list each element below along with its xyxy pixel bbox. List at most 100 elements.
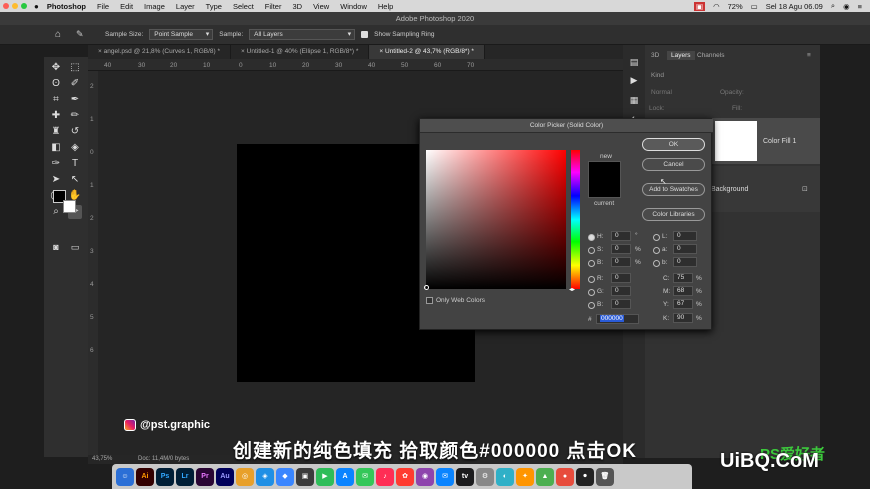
menu-edit[interactable]: Edit — [120, 2, 133, 11]
tv-icon[interactable]: tv — [456, 467, 474, 486]
apple-icon[interactable]: ● — [34, 2, 39, 11]
premiere-icon[interactable]: Pr — [196, 467, 214, 486]
record-icon[interactable]: ▣ — [693, 1, 706, 11]
app-icon[interactable]: ▣ — [296, 467, 314, 486]
history-icon[interactable]: ▤ — [627, 55, 641, 69]
illustrator-icon[interactable]: Ai — [136, 467, 154, 486]
direct-select-tool-icon[interactable]: ↖ — [68, 173, 82, 187]
l-radio[interactable] — [653, 234, 660, 241]
marquee-tool-icon[interactable]: ⬚ — [68, 61, 82, 75]
quick-mask-icon[interactable]: ◙ — [49, 240, 63, 254]
add-to-swatches-button[interactable]: Add to Swatches — [642, 183, 705, 196]
color-libraries-button[interactable]: Color Libraries — [642, 208, 705, 221]
app-icon[interactable]: ◐ — [496, 467, 514, 486]
cancel-button[interactable]: Cancel — [642, 158, 705, 171]
menu-image[interactable]: Image — [144, 2, 165, 11]
path-select-tool-icon[interactable]: ➤ — [49, 173, 63, 187]
paint-bucket-tool-icon[interactable]: ◈ — [68, 141, 82, 155]
m-input[interactable]: 68 — [673, 286, 693, 296]
ok-button[interactable]: OK — [642, 138, 705, 151]
lasso-tool-icon[interactable]: ʘ — [49, 77, 63, 91]
messages-icon[interactable]: ✉ — [356, 467, 374, 486]
zoom-tool-icon[interactable]: ⌕ — [49, 205, 63, 219]
close-window-icon[interactable] — [3, 3, 9, 9]
healing-tool-icon[interactable]: ✚ — [49, 109, 63, 123]
menu-help[interactable]: Help — [378, 2, 393, 11]
eyedropper-tool-icon[interactable]: ✎ — [76, 29, 84, 40]
panel-menu-icon[interactable]: ≡ — [807, 52, 811, 59]
s-input[interactable]: 0 — [611, 244, 631, 254]
minimize-window-icon[interactable] — [12, 3, 18, 9]
k-input[interactable]: 90 — [673, 313, 693, 323]
wifi-icon[interactable]: ◠ — [713, 2, 720, 11]
screen-mode-icon[interactable]: ▭ — [68, 240, 82, 254]
c-input[interactable]: 75 — [673, 273, 693, 283]
app-icon[interactable]: ◎ — [236, 467, 254, 486]
crop-tool-icon[interactable]: ⌗ — [49, 93, 63, 107]
h-radio[interactable] — [588, 234, 595, 241]
user-icon[interactable]: ◉ — [843, 2, 850, 11]
menu-window[interactable]: Window — [340, 2, 367, 11]
tab-untitled-2[interactable]: × Untitled-2 @ 43,7% (RGB/8*) * — [369, 45, 485, 59]
quick-select-tool-icon[interactable]: ✐ — [68, 77, 82, 91]
only-web-colors-checkbox[interactable] — [426, 297, 433, 304]
menu-type[interactable]: Type — [206, 2, 222, 11]
r-radio[interactable] — [588, 276, 595, 283]
g-radio[interactable] — [588, 289, 595, 296]
actions-play-icon[interactable]: ▶ — [627, 73, 641, 87]
app-icon[interactable]: ◆ — [276, 467, 294, 486]
sample-size-select[interactable]: Point Sample — [149, 29, 214, 40]
type-tool-icon[interactable]: T — [68, 157, 82, 171]
hue-slider[interactable] — [571, 150, 580, 289]
safari-icon[interactable]: ◈ — [256, 467, 274, 486]
menubar-clock[interactable]: Sel 18 Agu 06.09 — [766, 2, 823, 11]
clone-stamp-tool-icon[interactable]: ♜ — [49, 125, 63, 139]
color-field[interactable] — [424, 150, 566, 290]
app-icon[interactable]: ● — [556, 467, 574, 486]
lightroom-icon[interactable]: Lr — [176, 467, 194, 486]
tab-layers[interactable]: Layers — [667, 51, 695, 60]
menu-3d[interactable]: 3D — [292, 2, 302, 11]
tab-channels[interactable]: Channels — [697, 52, 724, 59]
r-input[interactable]: 0 — [611, 273, 631, 283]
history-brush-tool-icon[interactable]: ↺ — [68, 125, 82, 139]
tab-3d[interactable]: 3D — [651, 52, 659, 59]
lab-b-radio[interactable] — [653, 260, 660, 267]
a-input[interactable]: 0 — [673, 244, 697, 254]
blend-mode-select[interactable]: Normal — [651, 89, 672, 96]
a-radio[interactable] — [653, 247, 660, 254]
audition-icon[interactable]: Au — [216, 467, 234, 486]
battery-level[interactable]: 72% — [728, 2, 743, 11]
app-icon[interactable]: ✦ — [516, 467, 534, 486]
app-store-icon[interactable]: A — [336, 467, 354, 486]
pen-tool-icon[interactable]: ✑ — [49, 157, 63, 171]
tab-angel[interactable]: × angel.psd @ 21,8% (Curves 1, RGB/8) * — [88, 45, 232, 59]
l-input[interactable]: 0 — [673, 231, 697, 241]
b-input[interactable]: 0 — [611, 257, 631, 267]
s-radio[interactable] — [588, 247, 595, 254]
home-icon[interactable]: ⌂ — [55, 29, 61, 40]
podcasts-icon[interactable]: ◉ — [416, 467, 434, 486]
h-input[interactable]: 0 — [611, 231, 631, 241]
properties-icon[interactable]: ▦ — [627, 93, 641, 107]
settings-icon[interactable]: ⚙ — [476, 467, 494, 486]
eyedropper-icon[interactable]: ✒ — [68, 93, 82, 107]
photoshop-icon[interactable]: Ps — [156, 467, 174, 486]
mail-icon[interactable]: ✉ — [436, 467, 454, 486]
menu-list-icon[interactable]: ≡ — [858, 2, 862, 11]
music-icon[interactable]: ♪ — [376, 467, 394, 486]
y-input[interactable]: 67 — [673, 299, 693, 309]
menu-layer[interactable]: Layer — [176, 2, 195, 11]
g-input[interactable]: 0 — [611, 286, 631, 296]
menu-file[interactable]: File — [97, 2, 109, 11]
blue-radio[interactable] — [588, 302, 595, 309]
finder-icon[interactable]: ☺ — [116, 467, 134, 486]
trash-icon[interactable]: 🗑 — [596, 467, 614, 486]
menu-select[interactable]: Select — [233, 2, 254, 11]
menu-filter[interactable]: Filter — [265, 2, 282, 11]
b-radio[interactable] — [588, 260, 595, 267]
background-color-swatch[interactable] — [63, 200, 76, 213]
layer-filter-label[interactable]: Kind — [651, 72, 664, 79]
layer-name[interactable]: Background — [711, 186, 748, 193]
sample-select[interactable]: All Layers — [249, 29, 356, 40]
